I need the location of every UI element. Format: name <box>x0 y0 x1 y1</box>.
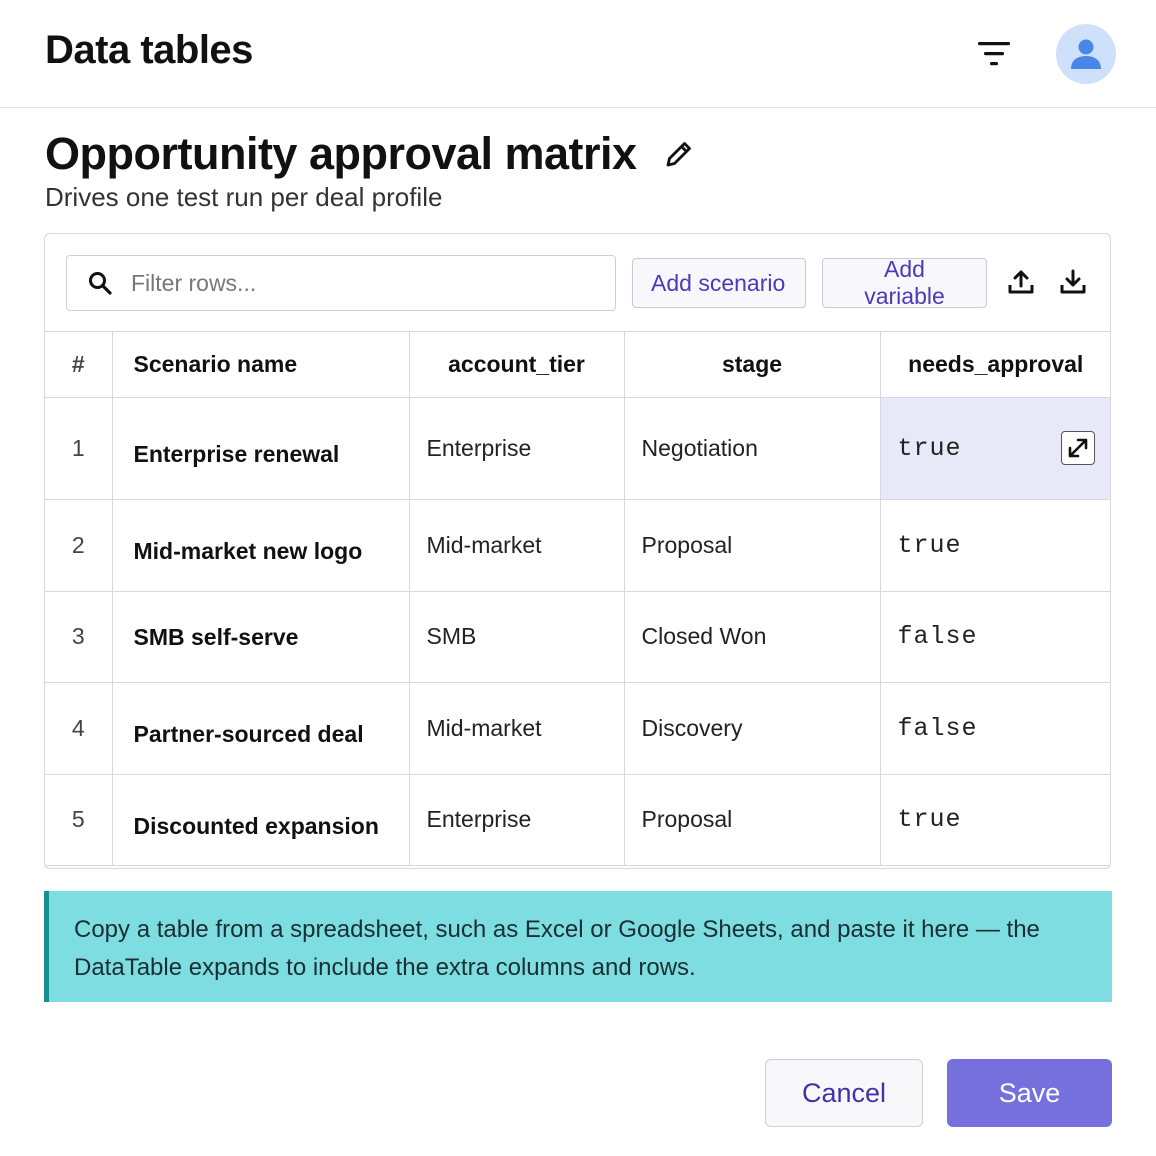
scenario-name-cell[interactable]: Discounted expansion <box>112 774 410 866</box>
needs-approval-cell[interactable]: true <box>880 774 1110 866</box>
needs-approval-cell-selected[interactable]: true <box>880 397 1110 500</box>
table-row: 5 Discounted expansion Enterprise Propos… <box>45 774 1110 866</box>
column-header-scenario-name[interactable]: Scenario name <box>112 332 410 398</box>
row-number: 5 <box>45 774 113 866</box>
add-scenario-button[interactable]: Add scenario <box>632 258 806 308</box>
download-icon <box>1060 269 1086 294</box>
row-number: 2 <box>45 499 113 592</box>
filter-button[interactable] <box>972 32 1016 76</box>
scenario-name-cell[interactable]: Mid-market new logo <box>112 499 410 592</box>
app-title: Data tables <box>45 28 253 72</box>
page-title-row: Opportunity approval matrix <box>45 128 697 180</box>
account-tier-cell[interactable]: Mid-market <box>409 682 625 775</box>
page-subtitle: Drives one test run per deal profile <box>45 182 443 212</box>
expand-icon <box>1068 438 1088 458</box>
paste-tip-banner: Copy a table from a spreadsheet, such as… <box>44 891 1112 1002</box>
needs-approval-cell[interactable]: false <box>880 682 1110 775</box>
account-tier-cell[interactable]: Enterprise <box>409 774 625 866</box>
search-icon <box>89 272 112 295</box>
scenario-name-cell[interactable]: Enterprise renewal <box>112 397 410 500</box>
add-variable-button[interactable]: Add variable <box>822 256 987 309</box>
account-tier-cell[interactable]: Enterprise <box>409 397 625 500</box>
account-tier-cell[interactable]: Mid-market <box>409 499 625 592</box>
row-number: 3 <box>45 591 113 683</box>
row-number: 1 <box>45 397 113 500</box>
table-header-row: # Scenario name account_tier stage needs… <box>45 332 1110 398</box>
edit-title-button[interactable] <box>661 136 697 172</box>
stage-cell[interactable]: Proposal <box>624 499 881 592</box>
table-row: 4 Partner-sourced deal Mid-market Discov… <box>45 682 1110 775</box>
column-header-number[interactable]: # <box>45 332 113 398</box>
tip-text: Copy a table from a spreadsheet, such as… <box>74 916 1040 981</box>
search-box[interactable] <box>66 255 616 311</box>
stage-cell[interactable]: Proposal <box>624 774 881 866</box>
stage-cell[interactable]: Closed Won <box>624 591 881 683</box>
pencil-icon <box>666 142 691 167</box>
upload-button[interactable] <box>1003 264 1039 300</box>
download-button[interactable] <box>1055 264 1091 300</box>
table-row: 3 SMB self-serve SMB Closed Won false <box>45 591 1110 683</box>
table-row: 1 Enterprise renewal Enterprise Negotiat… <box>45 397 1110 500</box>
scenario-name-cell[interactable]: SMB self-serve <box>112 591 410 683</box>
data-table: # Scenario name account_tier stage needs… <box>45 332 1110 866</box>
filter-icon <box>978 42 1010 66</box>
needs-approval-value: true <box>897 433 962 463</box>
expand-cell-button[interactable] <box>1061 431 1095 465</box>
table-row: 2 Mid-market new logo Mid-market Proposa… <box>45 499 1110 592</box>
data-table-card: Add scenario Add variable # Scenario nam… <box>44 233 1111 869</box>
column-header-account-tier[interactable]: account_tier <box>409 332 625 398</box>
needs-approval-cell[interactable]: false <box>880 591 1110 683</box>
stage-cell[interactable]: Negotiation <box>624 397 881 500</box>
stage-cell[interactable]: Discovery <box>624 682 881 775</box>
app-header: Data tables <box>0 0 1156 108</box>
save-button[interactable]: Save <box>947 1059 1112 1127</box>
avatar[interactable] <box>1056 24 1116 84</box>
upload-icon <box>1008 270 1034 294</box>
cancel-button[interactable]: Cancel <box>765 1059 923 1127</box>
table-toolbar: Add scenario Add variable <box>45 234 1110 332</box>
column-header-needs-approval[interactable]: needs_approval <box>880 332 1110 398</box>
row-number: 4 <box>45 682 113 775</box>
column-header-stage[interactable]: stage <box>624 332 881 398</box>
needs-approval-cell[interactable]: true <box>880 499 1110 592</box>
user-icon <box>1071 39 1101 69</box>
scenario-name-cell[interactable]: Partner-sourced deal <box>112 682 410 775</box>
page-title: Opportunity approval matrix <box>45 128 637 179</box>
account-tier-cell[interactable]: SMB <box>409 591 625 683</box>
search-input[interactable] <box>131 269 571 297</box>
